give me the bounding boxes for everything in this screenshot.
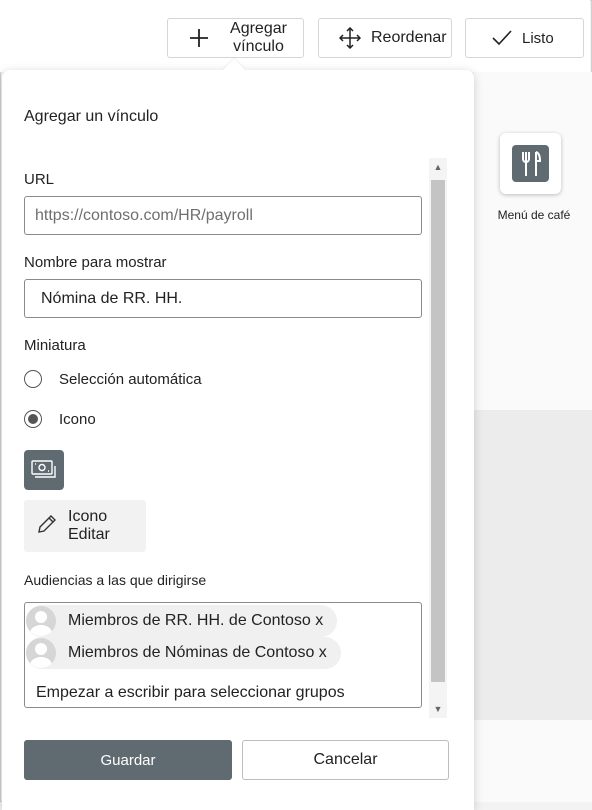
scrollbar-thumb[interactable] bbox=[431, 180, 445, 682]
audience-pill[interactable]: Miembros de RR. HH. de Contoso x bbox=[26, 605, 338, 637]
checkmark-icon bbox=[492, 30, 512, 46]
panel-title: Agregar un vínculo bbox=[24, 108, 159, 125]
section-band bbox=[474, 410, 592, 720]
move-icon bbox=[339, 27, 361, 49]
radio-label: Icono bbox=[59, 410, 96, 428]
radio-button[interactable] bbox=[24, 370, 42, 388]
pencil-icon bbox=[24, 513, 68, 540]
tile-label: Menú de café bbox=[497, 208, 571, 222]
scroll-up-icon[interactable]: ▲ bbox=[431, 160, 445, 174]
add-link-button[interactable]: Agregar vínculo bbox=[167, 18, 304, 58]
cancel-button[interactable]: Cancelar bbox=[242, 740, 449, 780]
scroll-down-icon[interactable]: ▼ bbox=[431, 702, 445, 716]
done-button[interactable]: Listo bbox=[465, 18, 584, 58]
display-name-field[interactable] bbox=[24, 279, 422, 318]
fork-knife-icon bbox=[512, 145, 549, 182]
edit-icon-button[interactable]: Icono Editar bbox=[24, 500, 146, 552]
radio-button-selected[interactable] bbox=[24, 410, 42, 428]
reorder-button[interactable]: Reordenar bbox=[318, 18, 452, 58]
audience-placeholder[interactable]: Empezar a escribir para seleccionar grup… bbox=[36, 684, 345, 702]
reorder-label: Reordenar bbox=[371, 29, 447, 46]
quick-link-tile[interactable] bbox=[500, 133, 561, 194]
url-input[interactable] bbox=[25, 197, 421, 234]
edit-icon-label: Icono Editar bbox=[68, 508, 110, 543]
add-link-label: Agregar vínculo bbox=[230, 20, 287, 55]
display-name-input[interactable] bbox=[25, 280, 421, 317]
audience-pill[interactable]: Miembros de Nóminas de Contoso x bbox=[26, 637, 341, 669]
radio-label: Selección automática bbox=[59, 370, 202, 388]
money-icon bbox=[24, 450, 64, 490]
display-name-label: Nombre para mostrar bbox=[24, 254, 167, 271]
done-label: Listo bbox=[522, 29, 554, 47]
audiences-label: Audiencias a las que dirigirse bbox=[24, 572, 207, 588]
avatar-icon bbox=[26, 606, 56, 636]
audience-picker[interactable]: Miembros de RR. HH. de Contoso x Miembro… bbox=[24, 602, 422, 708]
radio-auto-select[interactable]: Selección automática bbox=[24, 370, 202, 388]
plus-icon bbox=[188, 27, 210, 49]
avatar-icon bbox=[26, 638, 56, 668]
audience-label: Miembros de Nóminas de Contoso x bbox=[68, 644, 327, 661]
url-label: URL bbox=[24, 171, 55, 188]
audience-label: Miembros de RR. HH. de Contoso x bbox=[68, 612, 324, 629]
save-button[interactable]: Guardar bbox=[24, 740, 232, 780]
url-field[interactable] bbox=[24, 196, 422, 235]
radio-icon[interactable]: Icono bbox=[24, 410, 96, 428]
thumbnail-label: Miniatura bbox=[24, 337, 86, 354]
